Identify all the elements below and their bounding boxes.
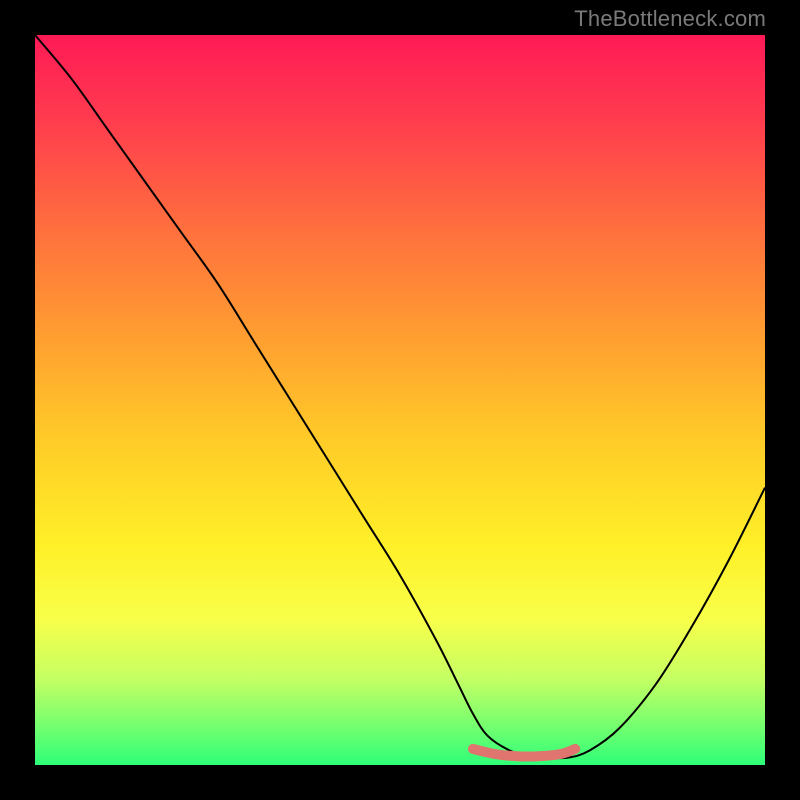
chart-frame: TheBottleneck.com	[0, 0, 800, 800]
red-segment	[473, 749, 575, 757]
black-curve	[35, 35, 765, 758]
watermark-text: TheBottleneck.com	[574, 6, 766, 32]
plot-area	[35, 35, 765, 765]
curve-layer	[35, 35, 765, 765]
